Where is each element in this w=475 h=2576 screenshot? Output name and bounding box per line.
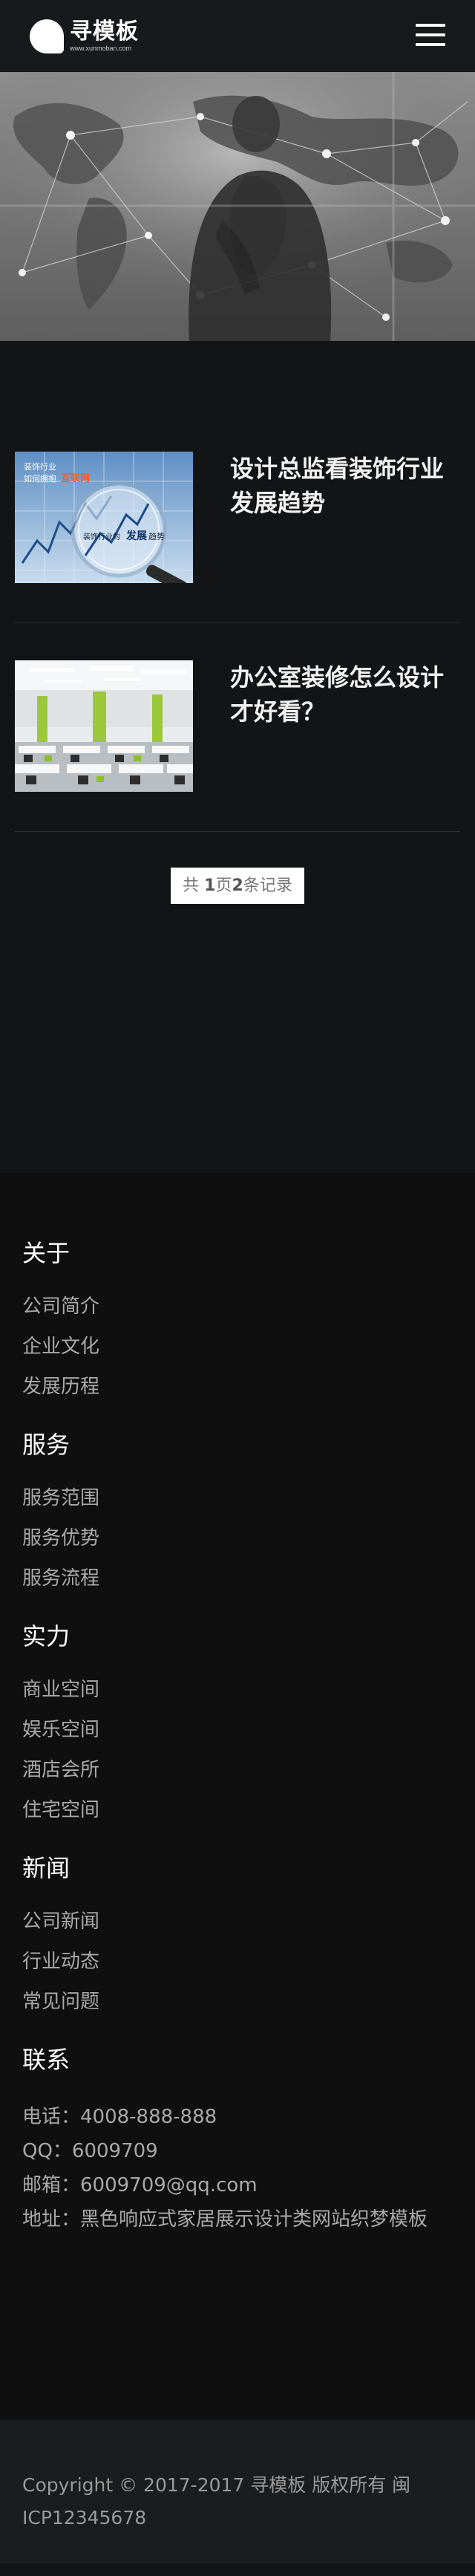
footer-link[interactable]: 常见问题 — [22, 1988, 453, 2015]
contact-address: 地址：黑色响应式家居展示设计类网站织梦模板 — [22, 2208, 428, 2231]
footer-link[interactable]: 企业文化 — [22, 1333, 453, 1360]
svg-text:互联网: 互联网 — [61, 473, 90, 484]
footer-section-title: 关于 — [22, 1239, 71, 1267]
footer-link[interactable]: 酒店会所 — [22, 1757, 453, 1783]
pagination: 共 1页2条记录 — [15, 868, 460, 904]
footer-link[interactable]: 公司新闻 — [22, 1908, 453, 1935]
footer-link[interactable]: 服务范围 — [22, 1485, 453, 1512]
office-photo-image — [15, 660, 193, 792]
article-title[interactable]: 办公室装修怎么设计才好看？ — [230, 660, 445, 729]
footer-link[interactable]: 发展历程 — [22, 1373, 453, 1400]
article-thumbnail[interactable] — [15, 660, 193, 792]
article-item[interactable]: 办公室装修怎么设计才好看？ — [15, 660, 460, 832]
footer-section-service: 服务 服务范围 服务优势 服务流程 — [22, 1430, 453, 1592]
footer-link[interactable]: 商业空间 — [22, 1676, 453, 1703]
copyright-bar: Copyright © 2017-2017 寻模板 版权所有 闽 ICP1234… — [0, 2420, 475, 2563]
footer-section-strength: 实力 商业空间 娱乐空间 酒店会所 住宅空间 — [22, 1622, 453, 1824]
footer-section-about: 关于 公司简介 企业文化 发展历程 — [22, 1238, 453, 1400]
contact-phone: 电话：4008-888-888 — [22, 2106, 217, 2128]
logo-subtitle: www.xunmoban.com — [70, 45, 132, 52]
pagination-info: 共 1页2条记录 — [171, 868, 304, 904]
footer-link[interactable]: 服务优势 — [22, 1525, 453, 1552]
contact-qq: QQ：6009709 — [22, 2140, 158, 2162]
footer-section-title: 新闻 — [22, 1854, 71, 1882]
article-title[interactable]: 设计总监看装饰行业发展趋势 — [230, 452, 445, 520]
page-count: 1 — [204, 876, 216, 895]
footer-section-news: 新闻 公司新闻 行业动态 常见问题 — [22, 1853, 453, 2015]
footer-link[interactable]: 行业动态 — [22, 1948, 453, 1975]
svg-text:装饰行业的: 装饰行业的 — [83, 532, 120, 541]
footer-section-contact: 联系 电话：4008-888-888 QQ：6009709 邮箱：6009709… — [22, 2045, 453, 2237]
site-header: 寻模板 www.xunmoban.com — [0, 0, 475, 72]
article-thumbnail[interactable]: 装饰行业 如何拥抱 互联网 装饰行业的 发展 趋势 — [15, 452, 193, 583]
svg-text:趋势: 趋势 — [148, 532, 165, 541]
hero-banner — [0, 72, 475, 341]
contact-email: 邮箱：6009709@qq.com — [22, 2174, 258, 2196]
svg-text:装饰行业: 装饰行业 — [24, 461, 56, 472]
site-logo[interactable]: 寻模板 www.xunmoban.com — [30, 19, 139, 53]
footer-link[interactable]: 公司简介 — [22, 1293, 453, 1320]
footer-link[interactable]: 住宅空间 — [22, 1797, 453, 1824]
footer-section-title: 服务 — [22, 1431, 71, 1459]
svg-text:发展: 发展 — [125, 530, 147, 542]
article-item[interactable]: 装饰行业 如何拥抱 互联网 装饰行业的 发展 趋势 设计总监看装饰行业发展趋势 — [15, 452, 460, 623]
svg-text:如何拥抱: 如何拥抱 — [24, 473, 56, 484]
footer-nav: 关于 公司简介 企业文化 发展历程 服务 服务范围 服务优势 服务流程 实力 商… — [0, 1173, 475, 2420]
banner-world-map-image — [0, 72, 475, 341]
footer-section-title: 联系 — [22, 2046, 71, 2074]
copyright-text: Copyright © 2017-2017 寻模板 版权所有 闽 — [22, 2474, 411, 2496]
record-count: 2 — [232, 876, 243, 895]
footer-link[interactable]: 娱乐空间 — [22, 1717, 453, 1743]
hamburger-menu-icon[interactable] — [416, 24, 445, 49]
icp-number[interactable]: ICP12345678 — [22, 2502, 453, 2534]
magnifier-chart-image: 装饰行业 如何拥抱 互联网 装饰行业的 发展 趋势 — [15, 452, 193, 583]
footer-section-title: 实力 — [22, 1622, 71, 1650]
footer-link[interactable]: 服务流程 — [22, 1565, 453, 1592]
logo-mark-icon — [30, 19, 64, 53]
logo-title: 寻模板 — [70, 19, 139, 45]
article-list: 装饰行业 如何拥抱 互联网 装饰行业的 发展 趋势 设计总监看装饰行业发展趋势 — [0, 341, 475, 1173]
